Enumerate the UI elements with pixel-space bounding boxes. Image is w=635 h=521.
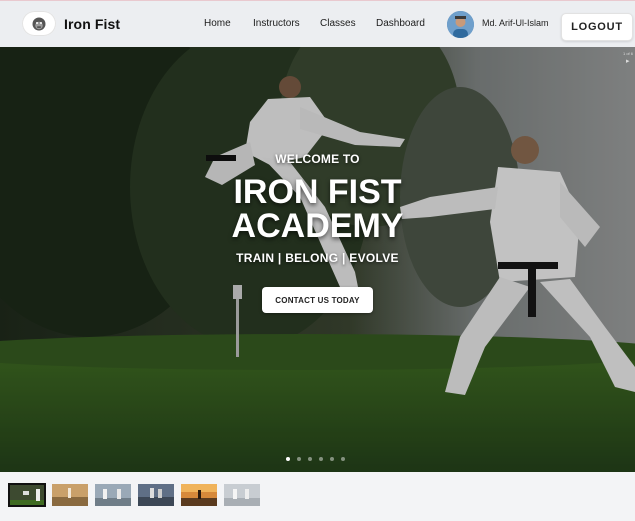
carousel-dot[interactable] — [297, 457, 301, 461]
navbar: Iron Fist Home Instructors Classes Dashb… — [0, 0, 635, 47]
carousel-dot[interactable] — [286, 457, 290, 461]
hero-tagline: TRAIN | BELONG | EVOLVE — [236, 251, 399, 265]
nav-link-home[interactable]: Home — [204, 18, 231, 29]
carousel-dot[interactable] — [341, 457, 345, 461]
hero-welcome: WELCOME TO — [275, 152, 360, 166]
chevron-right-icon[interactable]: ▸ — [626, 57, 630, 65]
carousel-dot[interactable] — [330, 457, 334, 461]
carousel-dot[interactable] — [319, 457, 323, 461]
brand-name[interactable]: Iron Fist — [64, 16, 120, 32]
brand[interactable]: Iron Fist — [22, 11, 120, 36]
thumbnail-4[interactable] — [137, 483, 175, 507]
thumbnail-strip — [8, 483, 266, 507]
carousel-dots — [286, 457, 352, 461]
hero-title-line1: IRON FIST — [233, 173, 402, 211]
thumbnail-2[interactable] — [51, 483, 89, 507]
user-name: Md. Arif-Ul-Islam — [482, 18, 549, 28]
thumbnail-5[interactable] — [180, 483, 218, 507]
hero-title-line2: ACADEMY — [231, 207, 404, 245]
thumbnail-6[interactable] — [223, 483, 261, 507]
logout-button[interactable]: LOGOUT — [561, 13, 633, 41]
user-avatar[interactable] — [447, 11, 474, 38]
slide-counter: 1 of 6 — [623, 51, 634, 56]
nav-link-instructors[interactable]: Instructors — [253, 18, 300, 29]
contact-us-button[interactable]: CONTACT US TODAY — [262, 287, 373, 313]
hero-carousel: WELCOME TO IRON FIST ACADEMY TRAIN | BEL… — [0, 47, 635, 472]
gorilla-icon[interactable] — [22, 11, 56, 36]
nav-link-dashboard[interactable]: Dashboard — [376, 18, 425, 29]
nav-link-classes[interactable]: Classes — [320, 18, 356, 29]
hero-title: IRON FIST ACADEMY — [0, 175, 635, 243]
carousel-dot[interactable] — [308, 457, 312, 461]
thumbnail-1[interactable] — [8, 483, 46, 507]
hero-content: WELCOME TO IRON FIST ACADEMY TRAIN | BEL… — [0, 47, 635, 472]
thumbnail-3[interactable] — [94, 483, 132, 507]
